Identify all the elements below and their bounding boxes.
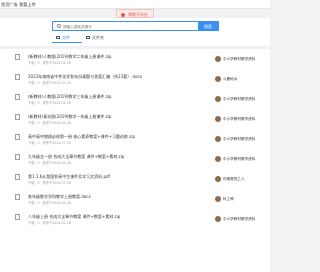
avatar <box>215 135 221 142</box>
tab-files-label: 文件 <box>62 35 70 41</box>
top-navigation: 首页 广场 我要上传 <box>0 0 270 9</box>
error-alert: 博客不存在 <box>116 9 154 18</box>
search-input[interactable] <box>63 23 193 30</box>
file-meta: 下载：0 · 发布于2024-02-28 <box>28 200 71 205</box>
avatar <box>215 115 221 122</box>
search-button[interactable]: 搜索 <box>199 21 219 31</box>
file-row[interactable]: (新教材)青岛版(2019)数学一年级上册课件.zip 下载：0 · 发布于20… <box>0 109 270 129</box>
tab-folders-label: 文件夹 <box>92 35 104 41</box>
search-box <box>52 21 199 31</box>
avatar <box>215 175 221 182</box>
file-meta: 下载：0 · 发布于2024-07-30 <box>28 140 71 145</box>
file-icon <box>15 174 20 180</box>
author-name: 中小学教材教学资料 <box>223 156 256 161</box>
file-row[interactable]: (新教材)人教版(2019)数学三年级上册课件.zip 下载：0 · 发布于20… <box>0 89 270 109</box>
file-meta: 下载：0 · 发布于2024-02-28 <box>28 220 71 225</box>
file-icon <box>15 54 20 60</box>
file-meta: 下载：0 · 发布于2024-07-30 <box>28 180 71 185</box>
author-name: 中小学教材教学资料 <box>223 116 256 121</box>
file-row[interactable]: 八年级上册 合成大全章节教案 课件+教案+素材.zip 下载：0 · 发布于20… <box>0 209 270 229</box>
file-meta: 下载：0 · 发布于2024-02-28 <box>28 160 71 165</box>
file-list: (新教材)人教版(2019)数学二年级上册课件.zip 下载：0 · 发布于20… <box>0 49 270 272</box>
file-icon <box>15 154 20 160</box>
author-name: 中小学教材教学资料 <box>223 136 256 141</box>
file-row[interactable]: 高中高中物理必修第一册 核心素养教案+课件+习题训练.zip 下载：0 · 发布… <box>0 129 270 149</box>
author[interactable]: 你爸爸的乙人 <box>215 175 270 183</box>
nav-square[interactable]: 广场 <box>9 2 17 8</box>
avatar <box>215 195 221 202</box>
author[interactable]: 中小学教材教学资料 <box>215 55 270 63</box>
file-icon <box>15 74 20 80</box>
file-meta: 下载：0 · 发布于2023-07-30 <box>28 80 71 85</box>
file-meta: 下载：0 · 发布于2024-02-28 <box>28 60 71 65</box>
search-icon <box>57 24 61 29</box>
author-name: 中小学教材教学资料 <box>223 56 256 61</box>
document-icon <box>56 36 60 39</box>
author[interactable]: 中小学教材教学资料 <box>215 95 270 103</box>
file-row[interactable]: 九年级全一册 合成大全章节教案 课件+教案+素材.zip 下载：0 · 发布于2… <box>0 149 270 169</box>
folder-icon <box>86 36 90 39</box>
author[interactable]: 中小学教材教学资料 <box>215 135 270 143</box>
avatar <box>215 95 221 102</box>
file-row[interactable]: 第1.1.6从我国到高中生课件及学习文资料.pdf 下载：0 · 发布于2024… <box>0 169 270 189</box>
author-name: 你爸爸的乙人 <box>223 176 245 181</box>
author-name: 中小学教材教学资料 <box>223 96 256 101</box>
author-name: 中小学教材教学资料 <box>223 216 256 221</box>
avatar <box>215 55 221 62</box>
file-icon <box>15 194 20 200</box>
search-button-label: 搜索 <box>204 23 212 29</box>
search-panel: 搜索 文件 文件夹 <box>0 18 270 46</box>
author[interactable]: 科之神 <box>215 195 270 203</box>
avatar <box>215 215 221 222</box>
author[interactable]: 中小学教材教学资料 <box>215 215 270 223</box>
file-icon <box>15 114 20 120</box>
tab-files[interactable]: 文件 <box>52 33 82 43</box>
author-name: 斗鹿地冰 <box>223 76 238 81</box>
file-meta: 下载：0 · 发布于2024-02-28 <box>28 120 71 125</box>
avatar <box>215 155 221 162</box>
author[interactable]: 中小学教材教学资料 <box>215 115 270 123</box>
file-row[interactable]: 2023年湖南省中考化学各年份真题与答案汇编（共23套）.docx 下载：0 ·… <box>0 69 270 89</box>
author[interactable]: 中小学教材教学资料 <box>215 155 270 163</box>
author-name: 科之神 <box>223 196 234 201</box>
file-meta: 下载：0 · 发布于2024-02-28 <box>28 100 71 105</box>
tab-folders[interactable]: 文件夹 <box>82 33 112 43</box>
file-icon <box>15 134 20 140</box>
author[interactable]: 斗鹿地冰 <box>215 75 270 83</box>
file-icon <box>15 94 20 100</box>
avatar <box>215 75 221 82</box>
error-icon <box>121 12 125 17</box>
file-row[interactable]: 各年级数学学科教学上册教案.docx 下载：0 · 发布于2024-02-28 … <box>0 189 270 209</box>
file-row[interactable]: (新教材)人教版(2019)数学二年级上册课件.zip 下载：0 · 发布于20… <box>0 49 270 69</box>
nav-upload[interactable]: 我要上传 <box>19 2 36 8</box>
file-icon <box>15 214 20 220</box>
